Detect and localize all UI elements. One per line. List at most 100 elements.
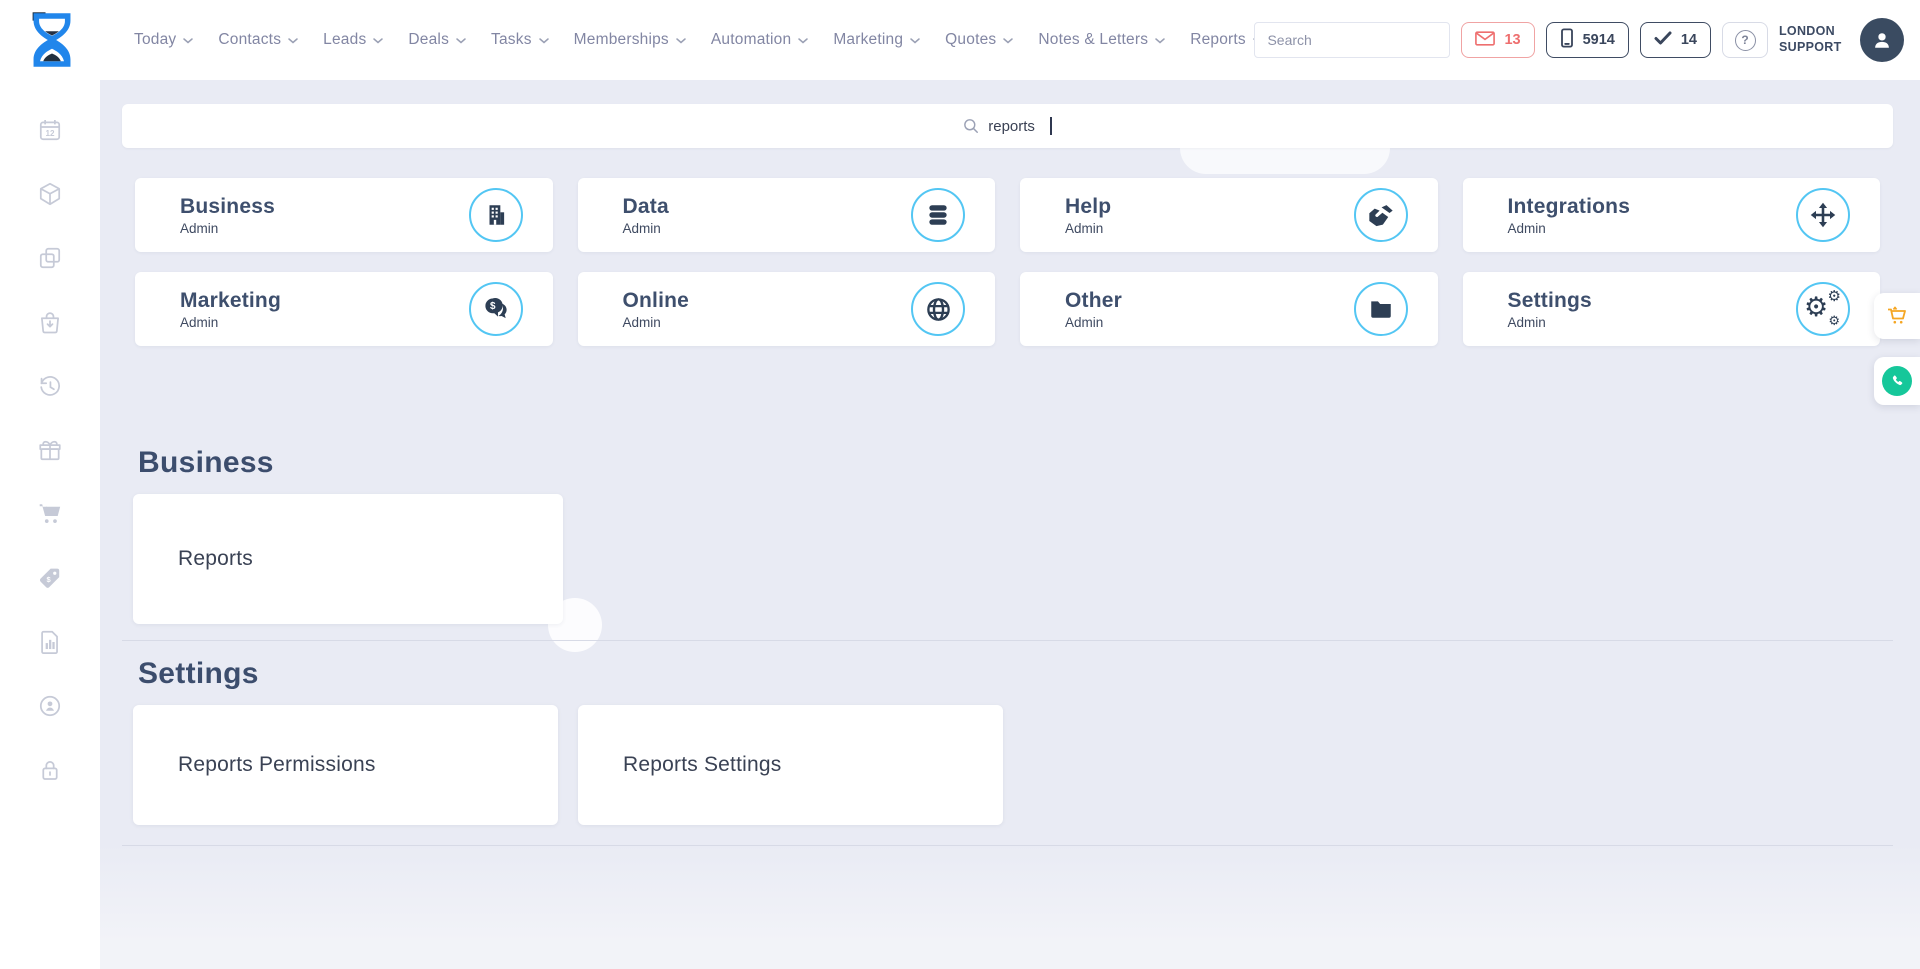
sidebar-item-cube[interactable] — [36, 180, 64, 208]
database-icon — [911, 188, 965, 242]
sidebar-item-price-tag[interactable]: $ — [36, 564, 64, 592]
section-divider — [122, 640, 1893, 641]
question-mark-icon: ? — [1735, 30, 1756, 51]
admin-card-data[interactable]: DataAdmin — [578, 178, 996, 252]
reports-settings-card[interactable]: Reports Settings — [578, 705, 1003, 825]
reports-card[interactable]: Reports — [133, 494, 563, 624]
phone-badge[interactable]: 5914 — [1546, 22, 1629, 58]
cart-tab[interactable] — [1874, 293, 1920, 339]
text-cursor — [1050, 117, 1052, 135]
nav-item-contacts[interactable]: Contacts — [218, 31, 298, 49]
building-icon — [469, 188, 523, 242]
chevron-down-icon — [288, 38, 298, 44]
cart-icon — [1885, 304, 1909, 328]
section-title-settings: Settings — [138, 657, 1920, 691]
nav-item-deals[interactable]: Deals — [408, 31, 466, 49]
sidebar: 12 $ — [0, 80, 100, 969]
cube-icon — [37, 181, 63, 207]
global-search-input[interactable] — [1255, 32, 1450, 48]
phone-icon — [1882, 366, 1912, 396]
nav-item-notes-letters[interactable]: Notes & Letters — [1038, 31, 1165, 49]
person-icon — [1871, 29, 1893, 51]
calls-count: 5914 — [1583, 32, 1615, 48]
chevron-down-icon — [798, 38, 808, 44]
cart-icon — [37, 501, 63, 527]
sidebar-item-user-circle[interactable] — [36, 692, 64, 720]
check-icon — [1654, 31, 1672, 49]
sidebar-item-calendar[interactable]: 12 — [36, 116, 64, 144]
sidebar-item-lock[interactable] — [36, 756, 64, 784]
avatar[interactable] — [1860, 18, 1904, 62]
copy-icon — [37, 245, 63, 271]
shopping-bag-icon — [37, 309, 63, 335]
handshake-icon — [1354, 188, 1408, 242]
chevron-down-icon — [373, 38, 383, 44]
chevron-down-icon — [539, 38, 549, 44]
admin-card-business[interactable]: BusinessAdmin — [135, 178, 553, 252]
admin-card-settings[interactable]: SettingsAdmin ⚙⚙⚙ — [1463, 272, 1881, 346]
tasks-badge[interactable]: 14 — [1640, 22, 1711, 58]
nav-item-today[interactable]: Today — [134, 31, 193, 49]
envelope-icon — [1475, 31, 1495, 50]
chevron-down-icon — [910, 38, 920, 44]
nav-item-leads[interactable]: Leads — [323, 31, 383, 49]
business-cards-row: Reports — [133, 494, 1880, 624]
history-clock-icon — [37, 373, 63, 399]
phone-tab[interactable] — [1874, 357, 1920, 405]
svg-text:12: 12 — [45, 129, 55, 138]
user-circle-icon — [37, 693, 63, 719]
module-search-input[interactable] — [988, 118, 1044, 135]
money-chat-icon: $ — [469, 282, 523, 336]
sidebar-item-cart[interactable] — [36, 500, 64, 528]
admin-card-integrations[interactable]: IntegrationsAdmin — [1463, 178, 1881, 252]
global-search — [1254, 22, 1450, 58]
admin-card-marketing[interactable]: MarketingAdmin $ — [135, 272, 553, 346]
topbar-right: 13 5914 14 ? LONDON SUPPORT — [1254, 0, 1904, 80]
smartphone-icon — [1560, 28, 1574, 52]
section-title-business: Business — [138, 446, 1920, 480]
topbar: Today Contacts Leads Deals Tasks Members… — [0, 0, 1920, 80]
svg-text:$: $ — [489, 301, 495, 312]
user-name: LONDON SUPPORT — [1779, 24, 1849, 55]
gift-icon — [37, 437, 63, 463]
decorative-blob — [1180, 148, 1390, 174]
lock-icon — [37, 757, 63, 783]
sidebar-item-report-document[interactable] — [36, 628, 64, 656]
chevron-down-icon — [1003, 38, 1013, 44]
sidebar-item-copy[interactable] — [36, 244, 64, 272]
chevron-down-icon — [183, 38, 193, 44]
report-chart-icon — [37, 629, 63, 655]
nav-item-marketing[interactable]: Marketing — [833, 31, 920, 49]
search-icon — [963, 118, 979, 134]
folder-icon — [1354, 282, 1408, 336]
section-divider — [122, 845, 1893, 846]
nav-item-automation[interactable]: Automation — [711, 31, 808, 49]
nav-item-reports[interactable]: Reports — [1190, 31, 1263, 49]
admin-card-help[interactable]: HelpAdmin — [1020, 178, 1438, 252]
help-button[interactable]: ? — [1722, 22, 1768, 58]
move-arrows-icon — [1796, 188, 1850, 242]
tasks-count: 14 — [1681, 32, 1697, 48]
admin-card-grid: BusinessAdmin DataAdmin HelpAdmin Integr… — [135, 178, 1880, 346]
settings-cards-row: Reports Permissions Reports Settings — [133, 705, 1880, 825]
nav-item-tasks[interactable]: Tasks — [491, 31, 549, 49]
nav-item-quotes[interactable]: Quotes — [945, 31, 1013, 49]
module-search-bar[interactable] — [122, 104, 1893, 148]
nav-item-memberships[interactable]: Memberships — [574, 31, 686, 49]
sidebar-item-gift[interactable] — [36, 436, 64, 464]
sidebar-item-history[interactable] — [36, 372, 64, 400]
admin-card-other[interactable]: OtherAdmin — [1020, 272, 1438, 346]
messages-badge[interactable]: 13 — [1461, 22, 1534, 58]
sidebar-item-shopping-bag[interactable] — [36, 308, 64, 336]
app-logo-hourglass-icon[interactable] — [28, 10, 76, 70]
app-window: Today Contacts Leads Deals Tasks Members… — [0, 0, 1920, 969]
admin-card-online[interactable]: OnlineAdmin — [578, 272, 996, 346]
chevron-down-icon — [1155, 38, 1165, 44]
messages-count: 13 — [1504, 32, 1520, 48]
main-nav: Today Contacts Leads Deals Tasks Members… — [134, 31, 1322, 49]
price-tag-icon: $ — [37, 565, 63, 591]
gears-icon: ⚙⚙⚙ — [1796, 282, 1850, 336]
chevron-down-icon — [676, 38, 686, 44]
reports-permissions-card[interactable]: Reports Permissions — [133, 705, 558, 825]
globe-icon — [911, 282, 965, 336]
